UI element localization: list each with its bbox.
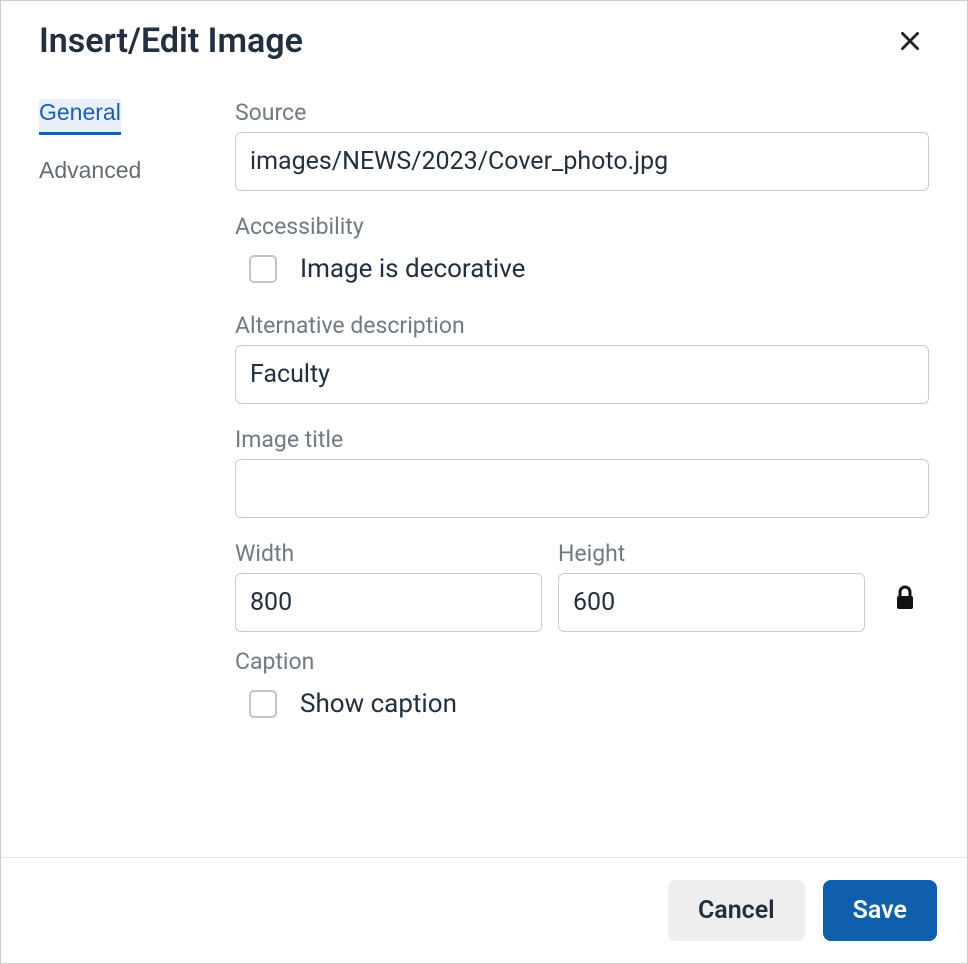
decorative-checkbox[interactable] bbox=[249, 255, 277, 283]
image-title-input[interactable] bbox=[235, 459, 929, 518]
close-icon bbox=[897, 28, 923, 54]
alt-label: Alternative description bbox=[235, 312, 929, 339]
width-group: Width bbox=[235, 540, 542, 632]
image-title-group: Image title bbox=[235, 426, 929, 518]
caption-label: Caption bbox=[235, 648, 929, 675]
source-input[interactable] bbox=[235, 132, 929, 191]
cancel-button[interactable]: Cancel bbox=[668, 880, 805, 941]
insert-edit-image-dialog: Insert/Edit Image General Advanced Sourc… bbox=[0, 0, 968, 964]
source-group: Source bbox=[235, 99, 929, 191]
close-button[interactable] bbox=[891, 22, 929, 60]
tab-advanced[interactable]: Advanced bbox=[39, 157, 141, 190]
dialog-title: Insert/Edit Image bbox=[39, 21, 303, 61]
source-label: Source bbox=[235, 99, 929, 126]
caption-group: Caption Show caption bbox=[235, 648, 929, 725]
accessibility-group: Accessibility Image is decorative bbox=[235, 213, 929, 290]
accessibility-label: Accessibility bbox=[235, 213, 929, 240]
height-group: Height bbox=[558, 540, 865, 632]
show-caption-checkbox[interactable] bbox=[249, 690, 277, 718]
general-form: Source Accessibility Image is decorative… bbox=[235, 99, 929, 857]
width-input[interactable] bbox=[235, 573, 542, 632]
show-caption-row: Show caption bbox=[235, 681, 929, 725]
dialog-footer: Cancel Save bbox=[1, 857, 967, 963]
height-input[interactable] bbox=[558, 573, 865, 632]
dimensions-row: Width Height bbox=[235, 540, 929, 632]
show-caption-label: Show caption bbox=[300, 689, 457, 719]
decorative-row: Image is decorative bbox=[235, 246, 929, 290]
dialog-header: Insert/Edit Image bbox=[1, 1, 967, 71]
save-button[interactable]: Save bbox=[823, 880, 937, 941]
width-label: Width bbox=[235, 540, 542, 567]
tab-general[interactable]: General bbox=[39, 99, 121, 135]
lock-aspect-col bbox=[881, 581, 929, 632]
decorative-label: Image is decorative bbox=[300, 254, 525, 284]
lock-aspect-button[interactable] bbox=[890, 581, 920, 618]
image-title-label: Image title bbox=[235, 426, 929, 453]
alt-group: Alternative description bbox=[235, 312, 929, 404]
lock-icon bbox=[894, 585, 916, 611]
dialog-body: General Advanced Source Accessibility Im… bbox=[1, 71, 967, 857]
tab-list: General Advanced bbox=[39, 99, 199, 857]
height-label: Height bbox=[558, 540, 865, 567]
alt-input[interactable] bbox=[235, 345, 929, 404]
